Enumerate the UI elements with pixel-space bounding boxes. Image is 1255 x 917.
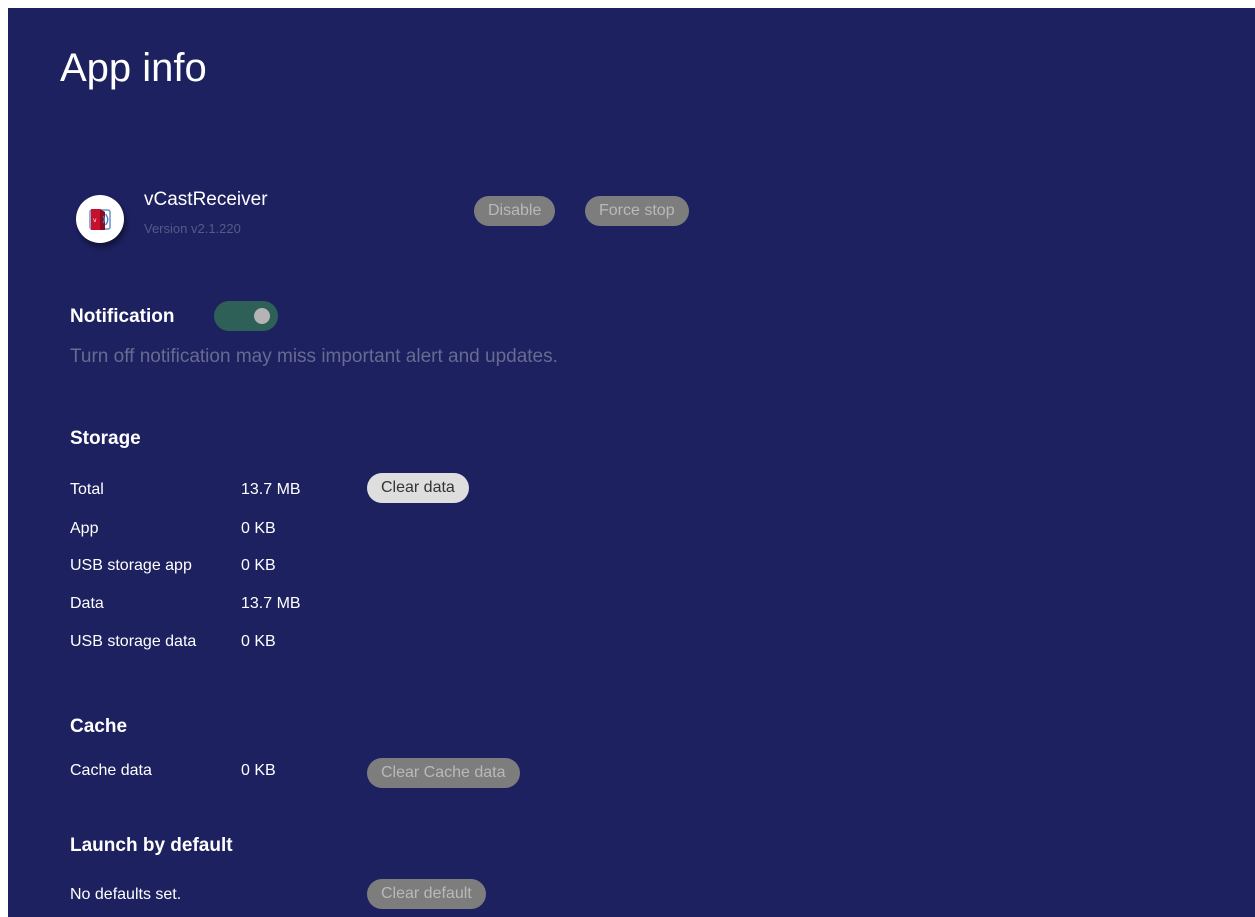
clear-data-button[interactable]: Clear data [367, 473, 469, 503]
vcast-receiver-app-icon: v [76, 195, 124, 243]
storage-data-value: 13.7 MB [241, 595, 301, 612]
launch-default-status: No defaults set. [70, 886, 182, 903]
clear-cache-button[interactable]: Clear Cache data [367, 758, 520, 788]
page-title: App info [60, 46, 207, 90]
app-name: vCastReceiver [144, 189, 268, 210]
storage-total-value: 13.7 MB [241, 481, 301, 498]
disable-button[interactable]: Disable [474, 196, 556, 226]
app-version: Version v2.1.220 [144, 221, 241, 236]
app-info-screen: App info v vCastReceiver Version v2.1.22… [8, 8, 1255, 917]
svg-text:v: v [93, 217, 97, 224]
notification-description: Turn off notification may miss important… [70, 346, 558, 367]
storage-app-value: 0 KB [241, 520, 276, 537]
cache-title: Cache [70, 716, 128, 737]
storage-data-label: Data [70, 595, 104, 612]
force-stop-button[interactable]: Force stop [585, 196, 689, 226]
cache-data-value: 0 KB [241, 762, 276, 779]
storage-usb-data-label: USB storage data [70, 633, 197, 650]
toggle-knob [254, 308, 270, 324]
clear-default-button[interactable]: Clear default [367, 879, 486, 909]
cache-data-label: Cache data [70, 762, 152, 779]
notification-toggle[interactable] [214, 301, 278, 331]
storage-app-label: App [70, 520, 99, 537]
storage-usb-app-value: 0 KB [241, 557, 276, 574]
storage-total-label: Total [70, 481, 104, 498]
launch-default-title: Launch by default [70, 835, 233, 856]
notification-title: Notification [70, 306, 175, 327]
storage-usb-app-label: USB storage app [70, 557, 192, 574]
storage-usb-data-value: 0 KB [241, 633, 276, 650]
storage-title: Storage [70, 428, 141, 449]
